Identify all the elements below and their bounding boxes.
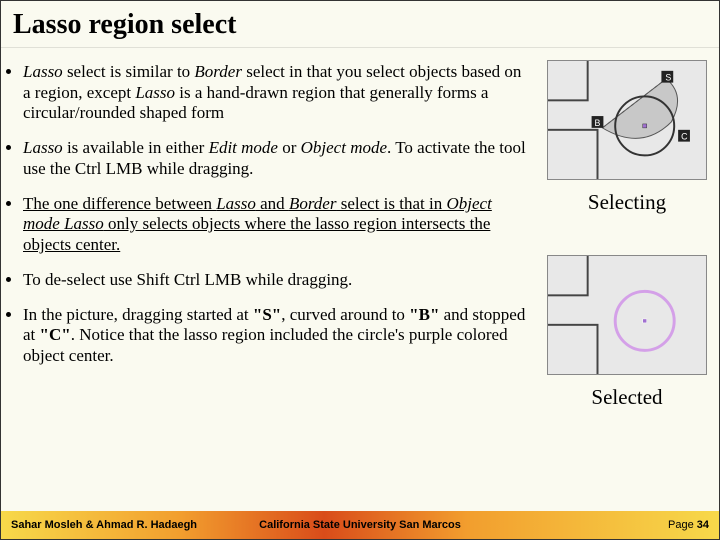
label-c: C <box>681 132 688 142</box>
bullet-3: The one difference between Lasso and Bor… <box>23 194 533 256</box>
bullet-2: Lasso is available in either Edit mode o… <box>23 138 533 179</box>
label-b: B <box>595 118 601 128</box>
footer-institution: California State University San Marcos <box>259 519 461 531</box>
label-s: S <box>665 73 671 83</box>
bullet-4: To de-select use Shift Ctrl LMB while dr… <box>23 270 533 291</box>
figure-selecting: S B C <box>547 60 707 180</box>
slide: Lasso region select Lasso select is simi… <box>1 1 719 539</box>
footer-authors: Sahar Mosleh & Ahmad R. Hadaegh <box>11 519 197 531</box>
slide-title: Lasso region select <box>1 1 719 48</box>
caption-selected: Selected <box>591 385 662 410</box>
caption-selecting: Selecting <box>588 190 666 215</box>
content-area: Lasso select is similar to Border select… <box>1 48 719 410</box>
bullet-5: In the picture, dragging started at "S",… <box>23 305 533 367</box>
footer-page: Page 34 <box>668 519 709 531</box>
figure-selected <box>547 255 707 375</box>
footer: Sahar Mosleh & Ahmad R. Hadaegh Californ… <box>1 511 719 539</box>
bullet-list: Lasso select is similar to Border select… <box>9 56 535 410</box>
figure-column: S B C Selecting Selected <box>543 56 711 410</box>
bullet-1: Lasso select is similar to Border select… <box>23 62 533 124</box>
